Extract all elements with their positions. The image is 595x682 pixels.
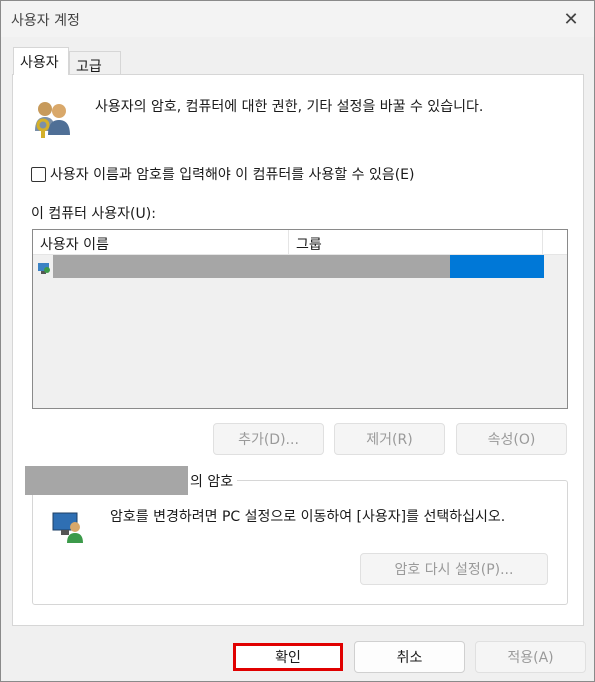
close-icon: ✕	[563, 8, 579, 30]
tab-advanced[interactable]: 고급	[69, 51, 121, 75]
password-group-legend: 의 암호	[190, 473, 234, 490]
reset-password-button[interactable]: 암호 다시 설정(P)...	[360, 553, 548, 585]
users-keys-icon	[35, 102, 70, 138]
users-list-label: 이 컴퓨터 사용자(U):	[31, 206, 156, 222]
password-group-title: 의 암호	[25, 466, 238, 495]
users-list[interactable]: 사용자 이름 그룹	[32, 229, 568, 409]
password-description: 암호를 변경하려면 PC 설정으로 이동하여 [사용자]를 선택하십시오.	[110, 509, 506, 525]
add-user-button[interactable]: 추가(D)...	[213, 423, 324, 455]
remove-user-button[interactable]: 제거(R)	[334, 423, 445, 455]
user-accounts-dialog: 사용자 계정 ✕ 사용자 고급 사용자의 암호, 컴퓨터에 대한 권한, 기타 …	[0, 0, 595, 682]
cancel-button[interactable]: 취소	[354, 641, 465, 673]
title-bar: 사용자 계정 ✕	[1, 1, 594, 37]
selected-group-cell	[450, 255, 544, 278]
redacted-username	[53, 255, 450, 278]
table-row[interactable]	[33, 255, 545, 279]
intro-text: 사용자의 암호, 컴퓨터에 대한 권한, 기타 설정을 바꿀 수 있습니다.	[95, 99, 484, 115]
apply-button[interactable]: 적용(A)	[475, 641, 586, 673]
user-row-icon	[38, 263, 50, 274]
column-header-group[interactable]: 그룹	[289, 230, 543, 255]
user-monitor-icon	[52, 512, 83, 543]
users-tab-panel: 사용자의 암호, 컴퓨터에 대한 권한, 기타 설정을 바꿀 수 있습니다. 사…	[12, 74, 584, 626]
password-groupbox	[32, 480, 568, 605]
users-list-header: 사용자 이름 그룹	[33, 230, 567, 255]
redacted-user-name	[25, 466, 188, 495]
require-login-row[interactable]: 사용자 이름과 암호를 입력해야 이 컴퓨터를 사용할 수 있음(E)	[31, 164, 415, 184]
properties-button[interactable]: 속성(O)	[456, 423, 567, 455]
column-header-username[interactable]: 사용자 이름	[33, 230, 289, 255]
require-login-checkbox[interactable]	[31, 166, 46, 182]
require-login-label: 사용자 이름과 암호를 입력해야 이 컴퓨터를 사용할 수 있음(E)	[50, 167, 415, 183]
ok-button[interactable]: 확인	[233, 643, 343, 671]
window-title: 사용자 계정	[11, 13, 80, 29]
close-button[interactable]: ✕	[548, 1, 594, 37]
tab-users[interactable]: 사용자	[13, 47, 69, 75]
